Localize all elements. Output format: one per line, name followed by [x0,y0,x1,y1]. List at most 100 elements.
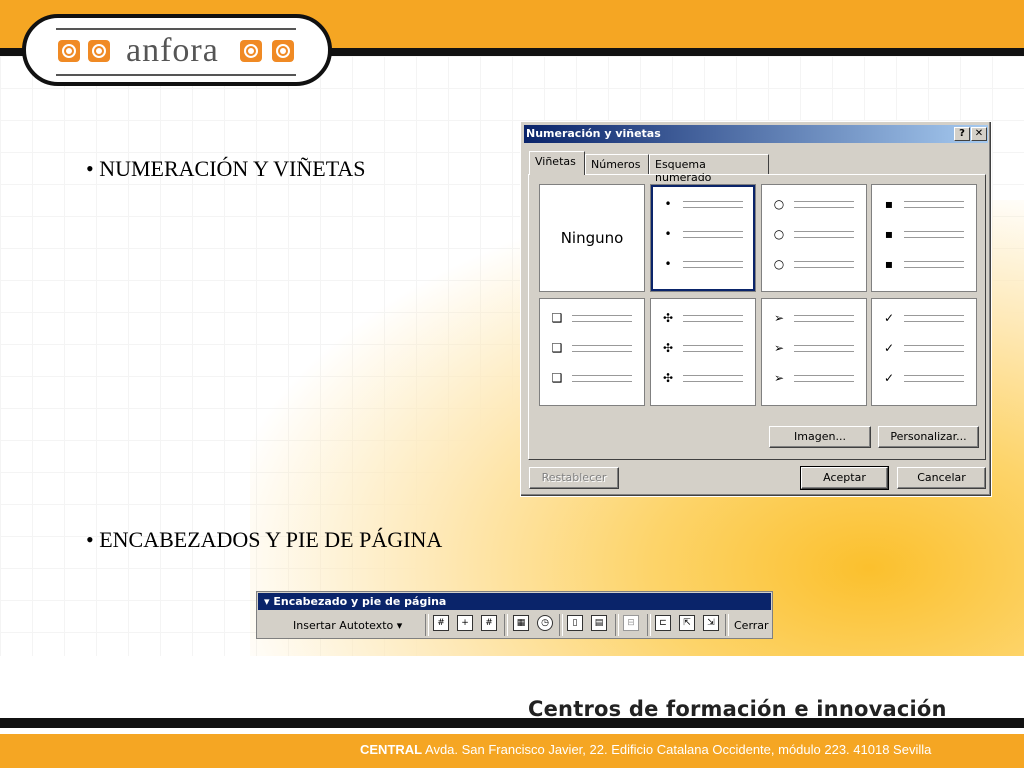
header-footer-toolbar: ▾ Encabezado y pie de página Insertar Au… [256,591,773,639]
date-icon[interactable]: ▦ [513,615,529,631]
close-button[interactable]: ✕ [971,127,987,141]
page-count-icon[interactable]: + [457,615,473,631]
bullets-numbering-dialog: Numeración y viñetas ? ✕ Viñetas Números… [520,121,992,497]
preview-line: ○ [770,257,860,271]
four-diamond-bullet-icon: ✣ [662,311,674,325]
preview-line: ✣ [659,341,749,355]
tab-vinetas[interactable]: Viñetas [529,151,585,175]
checkmark-bullet-icon: ✓ [883,341,895,355]
checkmark-bullet-icon: ✓ [883,371,895,385]
spiral-icon [240,40,262,62]
dialog-titlebar[interactable]: Numeración y viñetas ? ✕ [524,125,988,143]
reset-button[interactable]: Restablecer [529,467,619,489]
show-next-icon[interactable]: ⇲ [703,615,719,631]
show-previous-icon[interactable]: ⇱ [679,615,695,631]
toolbar-separator [504,614,508,636]
preview-line: • [659,227,749,241]
switch-header-footer-icon[interactable]: ⊏ [655,615,671,631]
spiral-icon [88,40,110,62]
spiral-icon [272,40,294,62]
square-bullet-icon: ▪ [884,227,894,241]
page-setup-icon[interactable]: ▯ [567,615,583,631]
bullet-encabezados: • ENCABEZADOS Y PIE DE PÁGINA [86,527,443,552]
preview-line: ❑ [548,341,638,355]
tab-numeros[interactable]: Números [585,154,649,174]
logo-text: anfora [126,32,219,69]
preview-line: ➢ [770,311,860,325]
arrow-bullet-icon: ➢ [773,311,785,325]
same-as-previous-icon[interactable]: ⊟ [623,615,639,631]
preview-line: ✣ [659,371,749,385]
preview-line: ❑ [548,371,638,385]
arrow-bullet-icon: ➢ [773,341,785,355]
square-bullet-icon: ▪ [884,257,894,271]
toolbar-separator [425,614,429,636]
bullet-option-diamond[interactable]: ✣ ✣ ✣ [650,298,756,406]
bullets-panel: Ninguno • • • ○ ○ ○ ▪ ▪ ▪ ❑ ❑ ❑ ✣ ✣ ✣ ➢ [528,174,986,460]
preview-line: ▪ [880,227,970,241]
toolbar-separator [647,614,651,636]
page-number-icon[interactable]: # [433,615,449,631]
preview-line: ✓ [880,341,970,355]
insert-autotext-button[interactable]: Insertar Autotexto ▾ [293,616,402,636]
bullet-option-box[interactable]: ❑ ❑ ❑ [539,298,645,406]
anfora-logo: anfora [22,14,332,86]
image-button[interactable]: Imagen... [769,426,871,448]
preview-line: ▪ [880,257,970,271]
help-button[interactable]: ? [954,127,970,141]
circle-bullet-icon: ○ [773,197,785,211]
four-diamond-bullet-icon: ✣ [662,371,674,385]
footer-title: Centros de formación e innovación [528,697,947,721]
show-hide-text-icon[interactable]: ▤ [591,615,607,631]
bullet-numeracion: • NUMERACIÓN Y VIÑETAS [86,156,366,181]
bullet-option-none[interactable]: Ninguno [539,184,645,292]
preview-line: ✣ [659,311,749,325]
dot-bullet-icon: • [664,227,672,241]
cancel-button[interactable]: Cancelar [897,467,986,489]
dialog-title: Numeración y viñetas [526,127,661,140]
footer-address-bold: CENTRAL [360,742,423,757]
bullet-option-dot[interactable]: • • • [650,184,756,292]
circle-bullet-icon: ○ [773,227,785,241]
checkmark-bullet-icon: ✓ [883,311,895,325]
bullet-option-check[interactable]: ✓ ✓ ✓ [871,298,977,406]
tab-label: Números [591,158,641,171]
footer-address-text: Avda. San Francisco Javier, 22. Edificio… [422,742,932,757]
footer-address: CENTRAL Avda. San Francisco Javier, 22. … [360,742,931,757]
logo-rule-bottom [56,74,296,76]
preview-line: ▪ [880,197,970,211]
box-bullet-icon: ❑ [551,371,563,385]
toolbar-title[interactable]: ▾ Encabezado y pie de página [258,593,771,610]
time-icon[interactable]: ◷ [537,615,553,631]
toolbar-separator [559,614,563,636]
preview-line: ➢ [770,341,860,355]
dot-bullet-icon: • [664,257,672,271]
page-number-format-icon[interactable]: # [481,615,497,631]
preview-line: ❑ [548,311,638,325]
arrow-bullet-icon: ➢ [773,371,785,385]
tab-esquema-numerado[interactable]: Esquema numerado [649,154,769,184]
toolbar-separator [725,614,729,636]
bullet-option-circle[interactable]: ○ ○ ○ [761,184,867,292]
tab-label: Viñetas [535,155,576,168]
circle-bullet-icon: ○ [773,257,785,271]
square-bullet-icon: ▪ [884,197,894,211]
preview-line: ✓ [880,371,970,385]
box-bullet-icon: ❑ [551,311,563,325]
preview-line: • [659,257,749,271]
customize-button[interactable]: Personalizar... [878,426,979,448]
dot-bullet-icon: • [664,197,672,211]
logo-rule-top [56,28,296,30]
preview-line: ➢ [770,371,860,385]
box-bullet-icon: ❑ [551,341,563,355]
four-diamond-bullet-icon: ✣ [662,341,674,355]
toolbar-separator [615,614,619,636]
preview-line: • [659,197,749,211]
close-toolbar-button[interactable]: Cerrar [734,616,769,636]
spiral-icon [58,40,80,62]
accept-button[interactable]: Aceptar [800,466,889,490]
bullet-option-square[interactable]: ▪ ▪ ▪ [871,184,977,292]
bullet-option-arrow[interactable]: ➢ ➢ ➢ [761,298,867,406]
none-label: Ninguno [560,229,624,247]
preview-line: ✓ [880,311,970,325]
